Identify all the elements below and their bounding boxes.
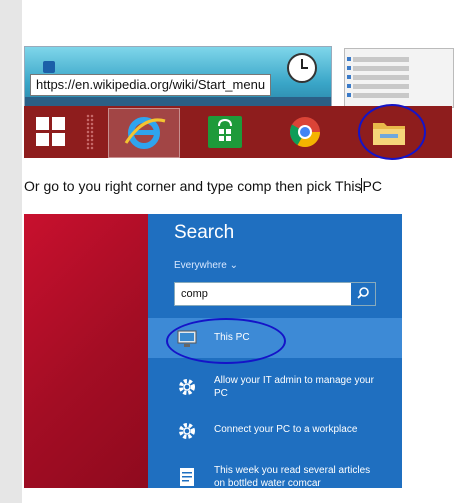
clock-icon (287, 53, 317, 83)
start-background (24, 214, 148, 488)
instruction-text-tail: PC (362, 178, 382, 194)
chrome-icon[interactable] (288, 115, 322, 149)
search-screenshot: Search Everywhere ⌄ This PC (24, 214, 402, 488)
result-label: This week you read several articles on b… (214, 465, 371, 488)
taskbar-grip (86, 114, 94, 150)
settings-gear-icon (176, 420, 198, 442)
search-input[interactable] (175, 283, 351, 305)
search-scope-dropdown[interactable]: Everywhere ⌄ (174, 260, 238, 271)
result-label: Allow your IT admin to manage your PC (214, 375, 374, 399)
desktop-icon (43, 61, 55, 73)
search-box (174, 282, 376, 306)
internet-explorer-icon[interactable] (108, 108, 180, 158)
result-label: Connect your PC to a workplace (214, 424, 358, 435)
url-tooltip: https://en.wikipedia.org/wiki/Start_menu (30, 74, 272, 96)
search-result-article[interactable]: This week you read several articles on b… (148, 456, 402, 488)
document-icon (176, 466, 198, 488)
taskbar-screenshot: https://en.wikipedia.org/wiki/Start_menu (24, 36, 454, 160)
search-pane: Search Everywhere ⌄ This PC (148, 214, 402, 488)
search-result-workplace[interactable]: Connect your PC to a workplace (148, 410, 402, 450)
search-icon (357, 287, 369, 299)
store-icon[interactable] (208, 116, 242, 148)
instruction-text-main: Or go to you right corner and type comp … (24, 178, 362, 194)
annotation-circle-explorer (358, 104, 426, 160)
search-scope-label: Everywhere (174, 260, 227, 271)
search-result-it-admin[interactable]: Allow your IT admin to manage your PC (148, 366, 402, 406)
annotation-circle-this-pc (166, 318, 286, 364)
settings-gear-icon (176, 376, 198, 398)
windows-start-icon[interactable] (36, 117, 66, 147)
search-title: Search (174, 222, 235, 243)
search-button[interactable] (351, 283, 375, 305)
instruction-text: Or go to you right corner and type comp … (24, 178, 468, 194)
window-thumbnail-right (344, 48, 454, 108)
chevron-down-icon: ⌄ (229, 260, 238, 271)
taskbar (24, 104, 452, 160)
